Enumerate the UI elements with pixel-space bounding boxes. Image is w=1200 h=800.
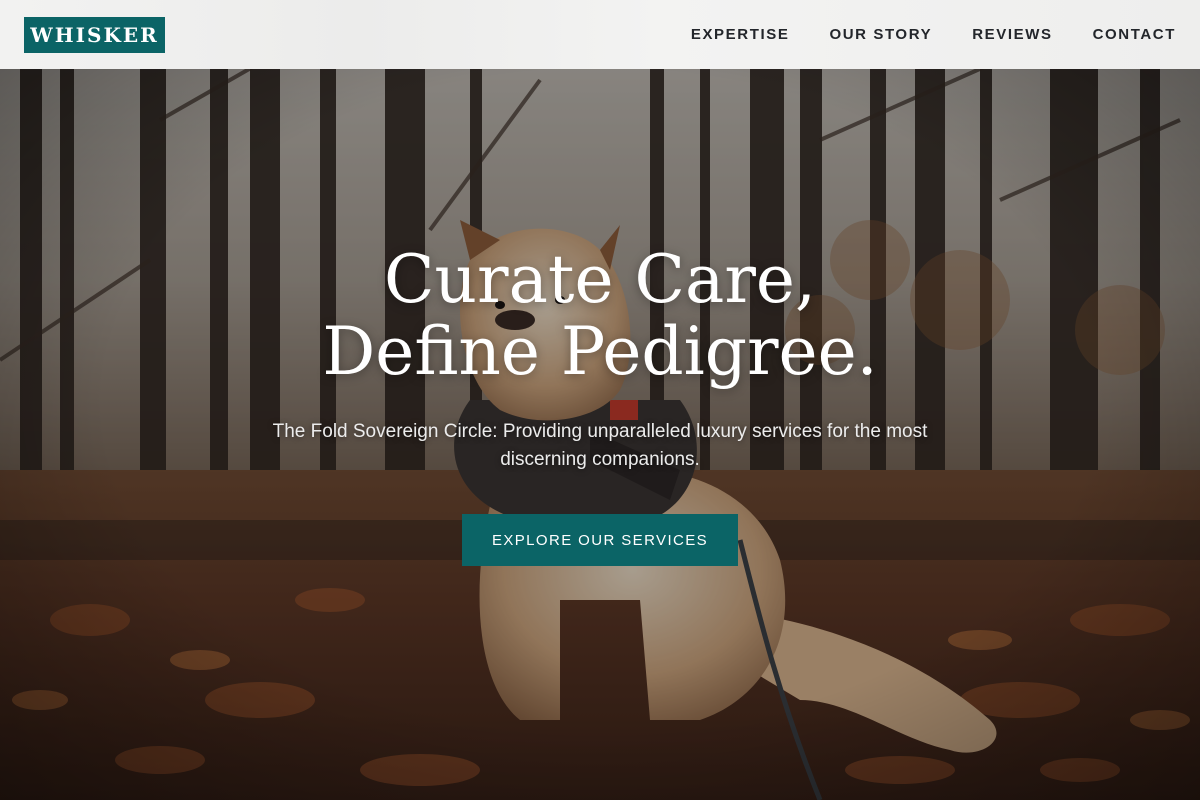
site-header: WHISKER EXPERTISE OUR STORY REVIEWS CONT… bbox=[0, 0, 1200, 69]
main-nav: EXPERTISE OUR STORY REVIEWS CONTACT bbox=[691, 26, 1176, 43]
nav-link-our-story[interactable]: OUR STORY bbox=[829, 26, 932, 43]
hero-headline-line-2: Define Pedigree. bbox=[322, 313, 878, 390]
nav-link-expertise[interactable]: EXPERTISE bbox=[691, 26, 790, 43]
explore-services-button[interactable]: EXPLORE OUR SERVICES bbox=[462, 514, 738, 566]
nav-link-contact[interactable]: CONTACT bbox=[1093, 26, 1176, 43]
hero-headline: Curate Care, Define Pedigree. bbox=[322, 244, 877, 388]
hero-content: Curate Care, Define Pedigree. The Fold S… bbox=[0, 244, 1200, 566]
brand-logo[interactable]: WHISKER bbox=[24, 16, 165, 53]
hero-section: WHISKER EXPERTISE OUR STORY REVIEWS CONT… bbox=[0, 0, 1200, 800]
hero-subheadline: The Fold Sovereign Circle: Providing unp… bbox=[272, 421, 928, 470]
hero-headline-line-1: Curate Care, bbox=[384, 241, 816, 318]
nav-link-reviews[interactable]: REVIEWS bbox=[972, 26, 1052, 43]
